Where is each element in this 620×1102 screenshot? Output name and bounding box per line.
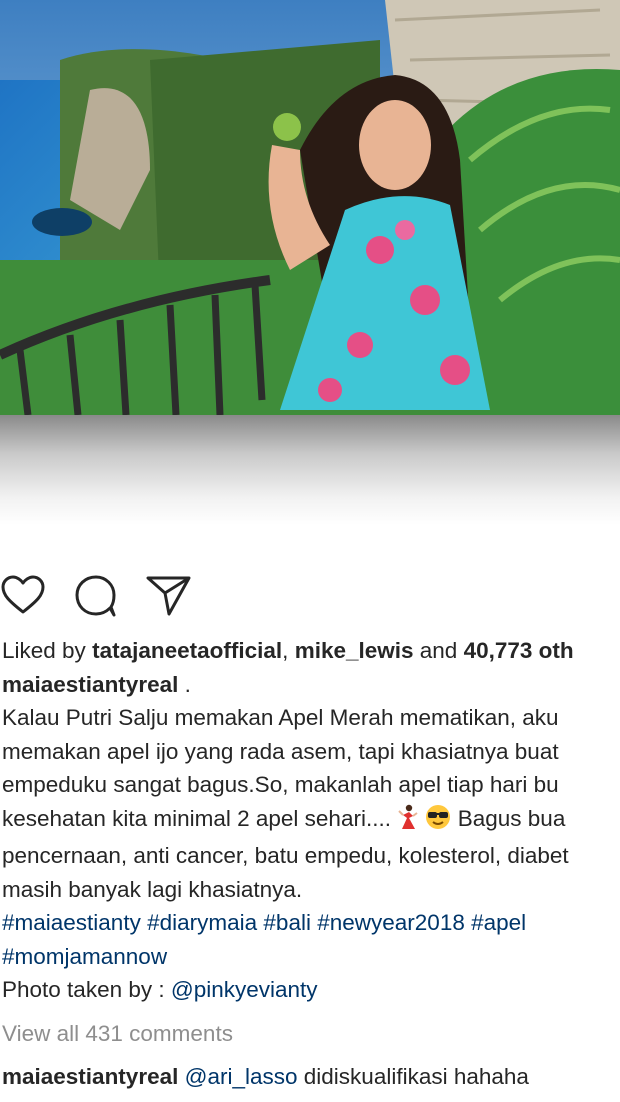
comment-line: maiaestiantyreal @ari_lasso didiskualifi… bbox=[2, 1060, 620, 1094]
caption-text: memakan apel ijo yang rada asem, tapi kh… bbox=[2, 738, 559, 764]
comment-text: didiskualifikasi hahaha bbox=[303, 1064, 529, 1089]
likes-line: Liked by tatajaneetaofficial, mike_lewis… bbox=[2, 634, 620, 668]
heart-icon[interactable] bbox=[0, 574, 46, 618]
caption-text-part: kesehatan kita minimal 2 apel sehari.... bbox=[2, 805, 391, 831]
post-photo[interactable] bbox=[0, 0, 620, 415]
hashtag-link[interactable]: #maiaestianty bbox=[2, 910, 141, 935]
hashtag-link[interactable]: #momjamannow bbox=[2, 944, 167, 969]
caption-author-line: maiaestiantyreal . bbox=[2, 668, 620, 702]
dancer-emoji-icon bbox=[397, 804, 419, 840]
post-caption: Liked by tatajaneetaofficial, mike_lewis… bbox=[2, 634, 620, 1094]
share-icon[interactable] bbox=[146, 574, 192, 618]
liker-username[interactable]: tatajaneetaofficial bbox=[92, 638, 282, 663]
comment-icon[interactable] bbox=[74, 574, 120, 618]
post-photo-illustration bbox=[0, 0, 620, 415]
comment-author-username[interactable]: maiaestiantyreal bbox=[2, 1064, 178, 1089]
likes-comma: , bbox=[282, 638, 289, 663]
likes-prefix: Liked by bbox=[2, 638, 86, 663]
hashtags-line: #momjamannow bbox=[2, 940, 620, 974]
hashtags-line: #maiaestianty #diarymaia #bali #newyear2… bbox=[2, 906, 620, 940]
caption-text: empeduku sangat bagus.So, makanlah apel … bbox=[2, 772, 559, 797]
post-actions bbox=[0, 574, 620, 618]
liker-username[interactable]: mike_lewis bbox=[295, 638, 414, 663]
hashtag-link[interactable]: #newyear2018 bbox=[317, 910, 465, 935]
caption-text-part: Bagus bua bbox=[457, 805, 566, 831]
photo-credit-prefix: Photo taken by : bbox=[2, 977, 165, 1002]
likes-count[interactable]: 40,773 oth bbox=[464, 638, 574, 663]
photo-shadow bbox=[0, 415, 620, 525]
likes-and: and bbox=[419, 638, 458, 663]
mention-link[interactable]: @ari_lasso bbox=[185, 1064, 298, 1089]
caption-text: kesehatan kita minimal 2 apel sehari....… bbox=[2, 802, 620, 840]
view-all-comments-link[interactable]: View all 431 comments bbox=[2, 1017, 620, 1051]
sunglasses-emoji-icon bbox=[425, 804, 451, 840]
hashtag-link[interactable]: #diarymaia bbox=[147, 910, 257, 935]
caption-text: pencernaan, anti cancer, batu empedu, ko… bbox=[2, 843, 569, 868]
author-suffix: . bbox=[184, 671, 191, 697]
hashtag-link[interactable]: #apel bbox=[471, 910, 526, 935]
caption-text: Kalau Putri Salju memakan Apel Merah mem… bbox=[2, 705, 559, 730]
author-username[interactable]: maiaestiantyreal bbox=[2, 672, 178, 697]
hashtag-link[interactable]: #bali bbox=[263, 910, 311, 935]
mention-link[interactable]: @pinkyevianty bbox=[171, 977, 318, 1002]
photo-credit-line: Photo taken by : @pinkyevianty bbox=[2, 973, 620, 1007]
caption-text: masih banyak lagi khasiatnya. bbox=[2, 876, 303, 902]
